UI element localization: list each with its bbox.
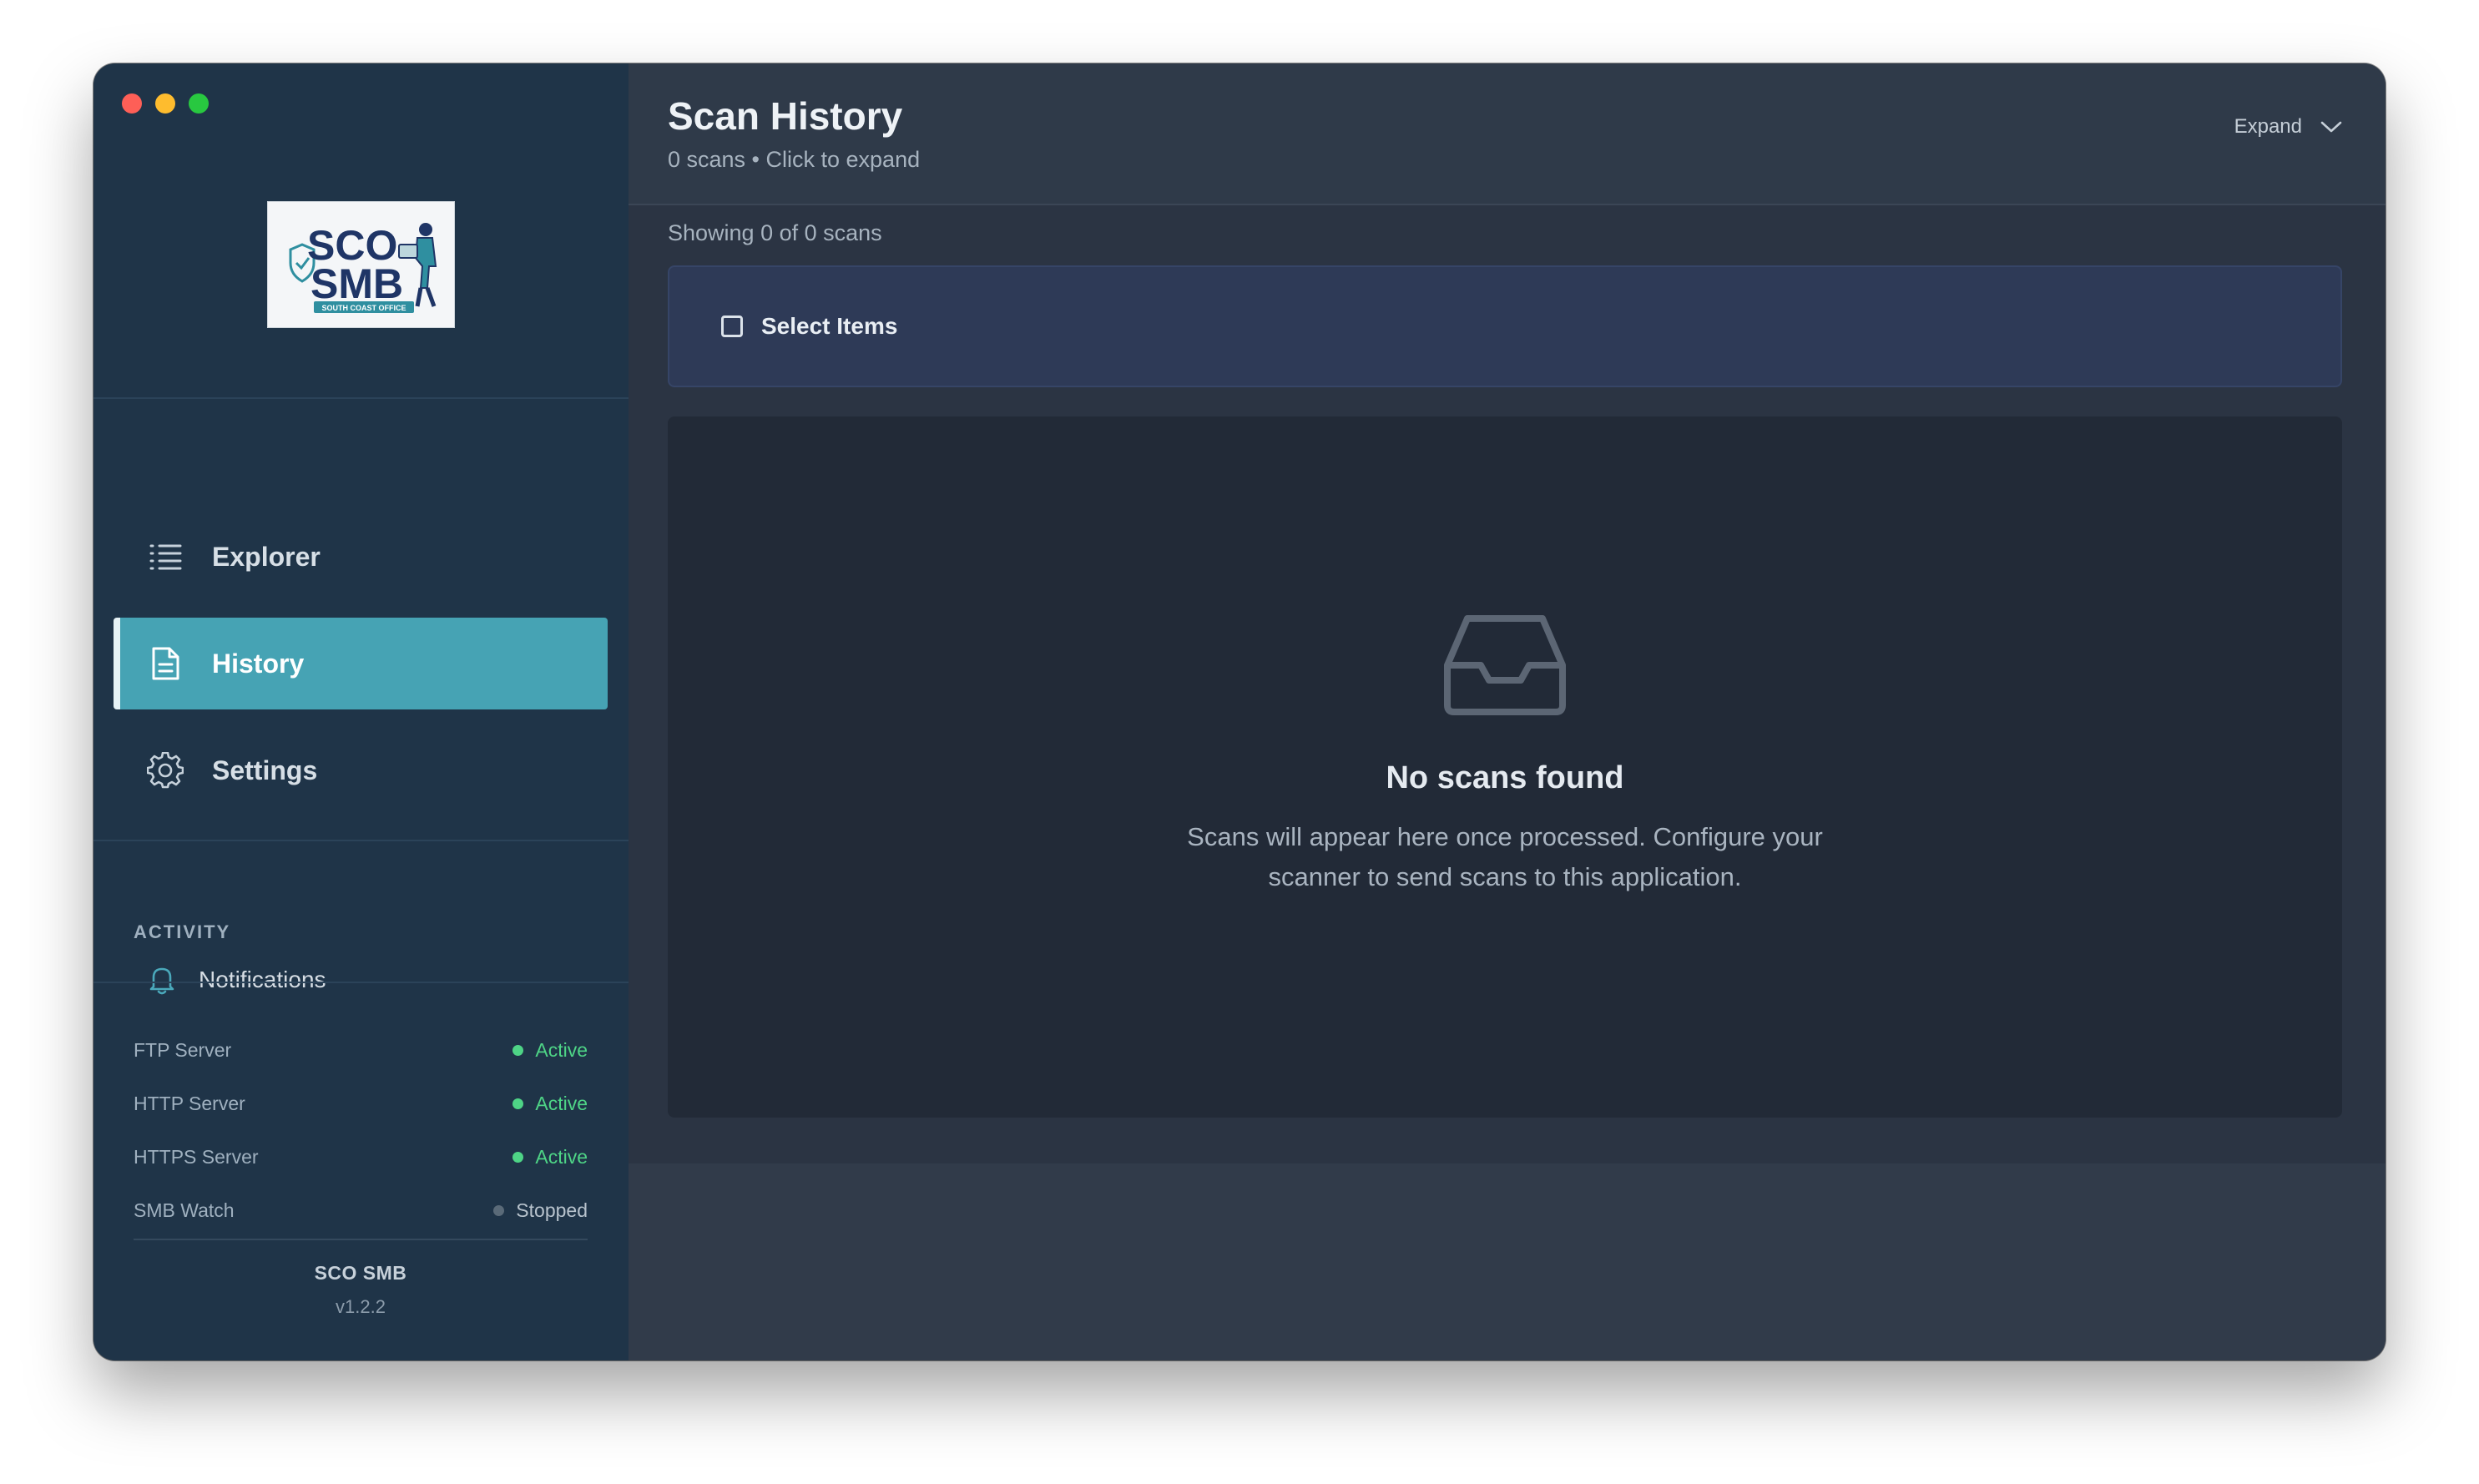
nav-item-label: Explorer xyxy=(212,541,321,572)
status-row-https: HTTPS Server Active xyxy=(134,1130,588,1184)
list-icon xyxy=(147,538,184,575)
nav-item-label: Settings xyxy=(212,755,318,785)
status-name: SMB Watch xyxy=(134,1199,235,1221)
notifications-link[interactable]: Notifications xyxy=(147,965,326,995)
status-dot-icon xyxy=(493,1204,505,1216)
svg-text:SOUTH COAST OFFICE: SOUTH COAST OFFICE xyxy=(321,304,406,312)
status-text: Active xyxy=(535,1145,588,1168)
bell-icon xyxy=(147,965,177,995)
status-row-ftp: FTP Server Active xyxy=(134,1023,588,1077)
svg-text:SMB: SMB xyxy=(311,260,403,307)
scan-list-area: Showing 0 of 0 scans Select Items No sca… xyxy=(629,205,2386,1163)
sidebar-divider xyxy=(93,397,629,399)
select-items-label[interactable]: Select Items xyxy=(761,313,897,340)
sidebar-divider xyxy=(93,840,629,841)
page-subtitle[interactable]: 0 scans • Click to expand xyxy=(668,147,920,173)
status-dot-icon xyxy=(512,1044,524,1056)
sidebar-footer: SCO SMB v1.2.2 xyxy=(134,1239,588,1318)
app-window: SCO SMB SOUTH COAST OFFICE Explorer Hist… xyxy=(93,63,2386,1360)
expand-label: Expand xyxy=(2234,115,2302,138)
logo-image: SCO SMB SOUTH COAST OFFICE xyxy=(289,222,437,313)
select-items-toolbar: Select Items xyxy=(668,265,2342,387)
inbox-icon xyxy=(1442,613,1568,721)
document-icon xyxy=(147,645,184,682)
status-row-smb-watch: SMB Watch Stopped xyxy=(134,1184,588,1237)
empty-state-description: Scans will appear here once processed. C… xyxy=(1187,822,1823,891)
sidebar: SCO SMB SOUTH COAST OFFICE Explorer Hist… xyxy=(93,63,629,1360)
gear-icon xyxy=(147,752,184,789)
page-header: Scan History 0 scans • Click to expand E… xyxy=(629,63,2386,205)
empty-state-title: No scans found xyxy=(1386,760,1624,795)
status-text: Stopped xyxy=(516,1199,588,1221)
nav-item-explorer[interactable]: Explorer xyxy=(114,511,608,603)
status-badge: Active xyxy=(512,1093,588,1115)
status-name: HTTPS Server xyxy=(134,1145,259,1168)
status-badge: Stopped xyxy=(493,1199,588,1222)
status-dot-icon xyxy=(512,1151,524,1163)
sidebar-divider xyxy=(93,982,629,983)
app-name: SCO SMB xyxy=(314,1262,407,1284)
window-controls xyxy=(122,93,209,114)
select-items-checkbox[interactable] xyxy=(721,315,743,337)
main-content: Scan History 0 scans • Click to expand E… xyxy=(629,63,2386,1360)
app-version: v1.2.2 xyxy=(336,1296,386,1317)
notifications-label: Notifications xyxy=(199,967,326,992)
status-text: Active xyxy=(535,1038,588,1061)
status-dot-icon xyxy=(512,1098,524,1109)
nav-item-label: History xyxy=(212,648,305,679)
status-badge: Active xyxy=(512,1146,588,1169)
nav-item-history[interactable]: History xyxy=(114,618,608,709)
empty-state-panel: No scans found Scans will appear here on… xyxy=(668,416,2342,1118)
expand-button[interactable]: Expand xyxy=(2234,115,2342,139)
chevron-down-icon xyxy=(2320,120,2342,134)
status-text: Active xyxy=(535,1092,588,1114)
status-name: HTTP Server xyxy=(134,1092,245,1114)
nav-item-settings[interactable]: Settings xyxy=(114,724,608,816)
zoom-window-button[interactable] xyxy=(189,93,209,114)
status-name: FTP Server xyxy=(134,1038,232,1061)
status-badge: Active xyxy=(512,1039,588,1062)
page-title: Scan History xyxy=(668,94,903,138)
close-window-button[interactable] xyxy=(122,93,142,114)
minimize-window-button[interactable] xyxy=(155,93,175,114)
server-status-list: FTP Server Active HTTP Server Active HTT… xyxy=(134,1023,588,1237)
status-row-http: HTTP Server Active xyxy=(134,1077,588,1130)
results-count: Showing 0 of 0 scans xyxy=(668,220,882,245)
activity-section-title: ACTIVITY xyxy=(134,921,231,942)
sidebar-nav: Explorer History Settings xyxy=(114,511,608,831)
app-logo: SCO SMB SOUTH COAST OFFICE xyxy=(267,201,455,328)
